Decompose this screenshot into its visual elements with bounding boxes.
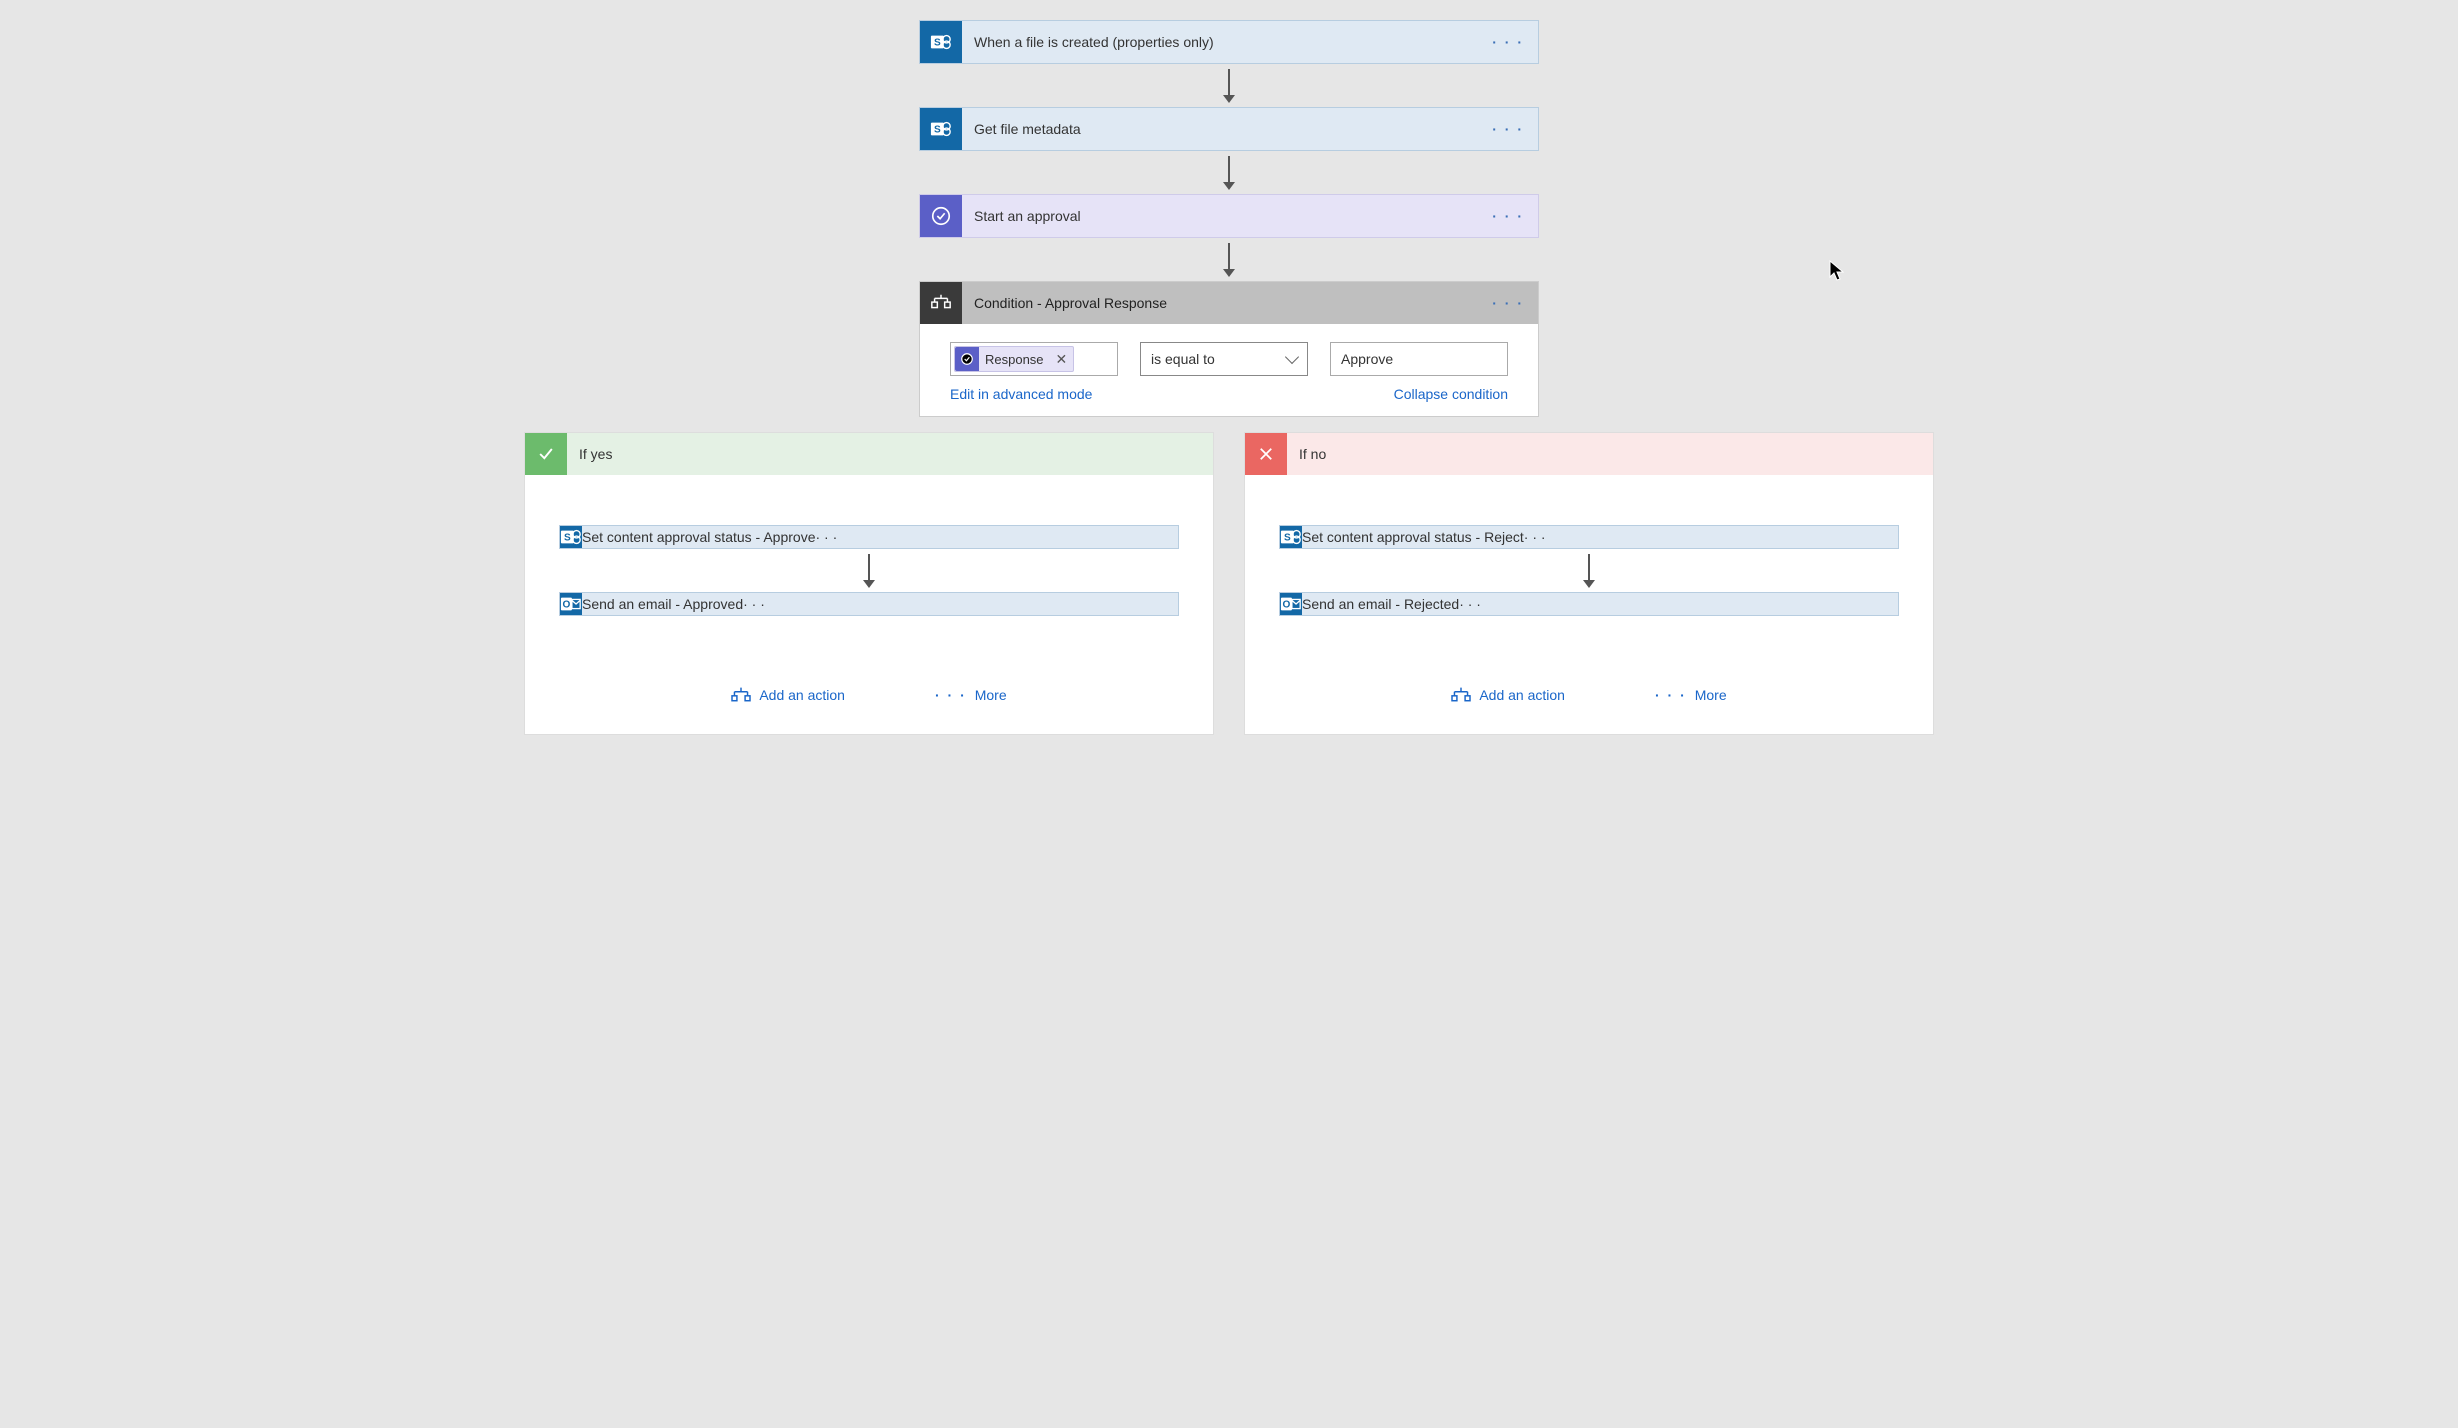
- add-action-icon: [731, 686, 751, 704]
- get-metadata-step[interactable]: S Get file metadata · · ·: [919, 107, 1539, 151]
- more-menu-icon[interactable]: · · ·: [1478, 295, 1538, 311]
- dots-icon: · · ·: [935, 687, 967, 703]
- add-action-button[interactable]: Add an action: [1451, 686, 1565, 704]
- arrow-down-icon: [1223, 243, 1235, 277]
- outlook-icon: O: [1280, 593, 1302, 615]
- no-send-email-step[interactable]: O Send an email - Rejected · · ·: [1279, 592, 1899, 616]
- more-menu-icon[interactable]: · · ·: [743, 596, 765, 612]
- no-send-email-title: Send an email - Rejected: [1302, 596, 1459, 612]
- start-approval-step[interactable]: Start an approval · · ·: [919, 194, 1539, 238]
- arrow-down-icon: [1223, 69, 1235, 103]
- condition-operator-select[interactable]: is equal to: [1140, 342, 1308, 376]
- approvals-icon: [920, 195, 962, 237]
- yes-set-status-step[interactable]: S Set content approval status - Approve …: [559, 525, 1179, 549]
- token-label: Response: [985, 352, 1050, 367]
- check-icon: [525, 433, 567, 475]
- arrow-down-icon: [1223, 156, 1235, 190]
- arrow-down-icon: [1583, 554, 1595, 588]
- start-approval-title: Start an approval: [962, 208, 1478, 224]
- condition-header[interactable]: Condition - Approval Response · · ·: [920, 282, 1538, 324]
- trigger-title: When a file is created (properties only): [962, 34, 1478, 50]
- svg-text:S: S: [934, 125, 941, 136]
- outlook-icon: O: [560, 593, 582, 615]
- add-action-button[interactable]: Add an action: [731, 686, 845, 704]
- no-set-status-step[interactable]: S Set content approval status - Reject ·…: [1279, 525, 1899, 549]
- yes-send-email-step[interactable]: O Send an email - Approved · · ·: [559, 592, 1179, 616]
- cursor-icon: [1829, 260, 1845, 282]
- close-icon: [1245, 433, 1287, 475]
- more-button[interactable]: · · · More: [935, 686, 1007, 704]
- yes-set-status-title: Set content approval status - Approve: [582, 529, 815, 545]
- add-action-icon: [1451, 686, 1471, 704]
- condition-icon: [920, 282, 962, 324]
- chevron-down-icon: [1285, 350, 1299, 364]
- edit-advanced-link[interactable]: Edit in advanced mode: [950, 386, 1092, 402]
- condition-title: Condition - Approval Response: [962, 295, 1478, 311]
- more-menu-icon[interactable]: · · ·: [1478, 121, 1538, 137]
- approvals-icon: [955, 347, 979, 371]
- dots-icon: · · ·: [1655, 687, 1687, 703]
- sharepoint-icon: S: [1280, 526, 1302, 548]
- no-set-status-title: Set content approval status - Reject: [1302, 529, 1524, 545]
- svg-text:O: O: [562, 600, 570, 611]
- response-token: Response ✕: [954, 346, 1074, 372]
- operator-value: is equal to: [1151, 351, 1215, 367]
- sharepoint-icon: S: [560, 526, 582, 548]
- sharepoint-icon: S: [920, 21, 962, 63]
- more-button[interactable]: · · · More: [1655, 686, 1727, 704]
- more-label: More: [975, 687, 1007, 703]
- more-menu-icon[interactable]: · · ·: [1459, 596, 1481, 612]
- condition-left-operand[interactable]: Response ✕: [950, 342, 1118, 376]
- arrow-down-icon: [863, 554, 875, 588]
- condition-value: Approve: [1341, 351, 1393, 367]
- remove-token-icon[interactable]: ✕: [1050, 351, 1074, 368]
- if-yes-title: If yes: [567, 446, 624, 462]
- if-no-title: If no: [1287, 446, 1338, 462]
- sharepoint-icon: S: [920, 108, 962, 150]
- collapse-condition-link[interactable]: Collapse condition: [1394, 386, 1508, 402]
- svg-text:S: S: [1284, 533, 1291, 544]
- svg-text:S: S: [934, 38, 941, 49]
- more-label: More: [1695, 687, 1727, 703]
- condition-value-input[interactable]: Approve: [1330, 342, 1508, 376]
- add-action-label: Add an action: [759, 687, 845, 703]
- get-metadata-title: Get file metadata: [962, 121, 1478, 137]
- yes-send-email-title: Send an email - Approved: [582, 596, 743, 612]
- condition-card: Condition - Approval Response · · · Resp…: [919, 281, 1539, 417]
- svg-text:S: S: [564, 533, 571, 544]
- if-yes-branch: If yes S Set content approval status - A…: [524, 432, 1214, 735]
- more-menu-icon[interactable]: · · ·: [1524, 529, 1546, 545]
- if-no-branch: If no S Set content approval status - Re…: [1244, 432, 1934, 735]
- trigger-step[interactable]: S When a file is created (properties onl…: [919, 20, 1539, 64]
- svg-text:O: O: [1282, 600, 1290, 611]
- more-menu-icon[interactable]: · · ·: [815, 529, 837, 545]
- more-menu-icon[interactable]: · · ·: [1478, 34, 1538, 50]
- more-menu-icon[interactable]: · · ·: [1478, 208, 1538, 224]
- add-action-label: Add an action: [1479, 687, 1565, 703]
